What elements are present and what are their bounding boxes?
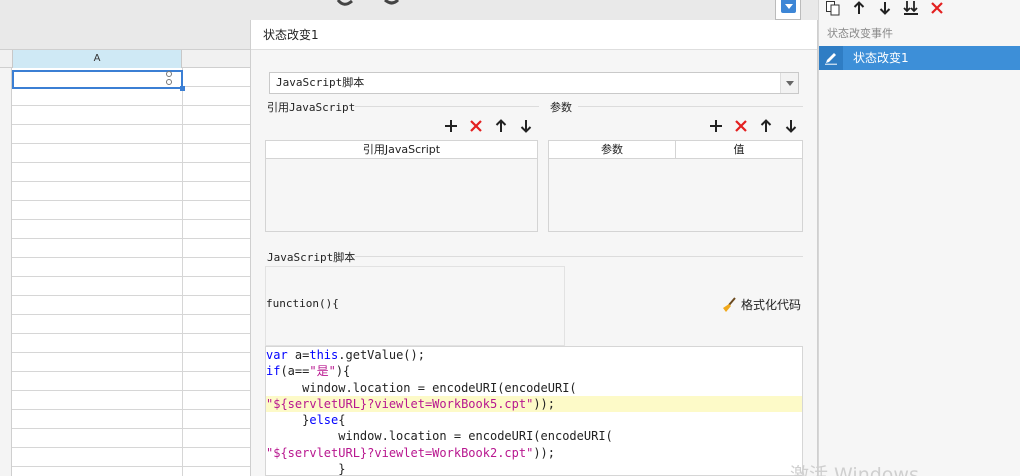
function-header-text: function(){ [266, 297, 339, 310]
windows-activation-watermark: 激活 Windows [790, 464, 919, 476]
code-line[interactable]: var a=this.getValue(); [266, 347, 802, 363]
section-divider [578, 106, 803, 107]
copy-icon [826, 1, 840, 16]
pencil-icon [825, 53, 837, 65]
copy-event-button[interactable] [825, 0, 841, 16]
arrow-down-icon [520, 120, 532, 133]
code-line[interactable]: window.location = encodeURI(encodeURI( [266, 380, 802, 396]
format-code-label: 格式化代码 [741, 298, 802, 312]
script-type-select[interactable]: JavaScript脚本 [269, 72, 799, 94]
code-line[interactable]: "${servletURL}?viewlet=WorkBook2.cpt")); [266, 445, 802, 461]
script-type-value: JavaScript脚本 [276, 76, 365, 89]
delete-x-icon [931, 2, 943, 14]
row-header-column [0, 68, 12, 476]
event-list-panel: 状态改变事件 状态改变1 [818, 0, 1020, 476]
code-token: window.location = encodeURI(encodeURI( [266, 380, 577, 395]
arrow-up-icon [760, 119, 772, 132]
code-token: window.location = encodeURI(encodeURI( [266, 429, 613, 444]
move-to-bottom-icon [903, 1, 918, 15]
code-token: var [266, 348, 295, 362]
code-token: "${servletURL}?viewlet=WorkBook5.cpt" [266, 396, 534, 411]
move-bottom-event-button[interactable] [903, 0, 919, 16]
section-divider [355, 256, 803, 257]
params-toolbar [707, 117, 800, 135]
code-line[interactable]: window.location = encodeURI(encodeURI( [266, 428, 802, 444]
event-item-label: 状态改变1 [853, 51, 909, 65]
edit-icon-box[interactable] [819, 46, 843, 70]
ref-js-section-label: 引用JavaScript [267, 101, 356, 114]
code-token: { [338, 413, 346, 428]
event-list-label: 状态改变事件 [827, 27, 893, 40]
ref-js-toolbar [442, 117, 535, 135]
chevron-down-icon [781, 0, 796, 13]
delete-param-button[interactable] [732, 117, 750, 135]
code-token: )); [533, 445, 555, 460]
cell-widget-indicator-icon [166, 71, 176, 87]
spreadsheet-grid[interactable] [12, 68, 250, 476]
add-param-button[interactable] [707, 117, 725, 135]
event-editor-dialog: 状态改变1 JavaScript脚本 引用JavaScript 引用JavaSc… [250, 20, 818, 476]
params-table[interactable]: 参数 值 [548, 140, 803, 232]
table-header-cell: 值 [733, 143, 745, 156]
code-token: this [309, 348, 339, 362]
ref-js-table[interactable]: 引用JavaScript [265, 140, 538, 232]
dialog-title: 状态改变1 [251, 20, 817, 50]
move-down-ref-button[interactable] [517, 117, 535, 135]
table-header-cell: 引用JavaScript [362, 143, 441, 156]
ref-js-table-header: 引用JavaScript [266, 141, 537, 159]
arrow-down-icon [785, 120, 797, 133]
column-header-row: A [0, 50, 250, 68]
table-header-cell: 参数 [549, 141, 676, 158]
plus-icon [710, 120, 722, 132]
code-token: } [266, 462, 346, 476]
format-code-button[interactable]: 格式化代码 [721, 296, 801, 313]
arrow-up-icon [495, 119, 507, 132]
column-header-a[interactable]: A [12, 50, 182, 68]
params-section-label: 参数 [550, 101, 572, 114]
code-token: ){ [335, 364, 351, 379]
code-line[interactable]: }else{ [266, 412, 802, 428]
plus-icon [445, 120, 457, 132]
move-up-ref-button[interactable] [492, 117, 510, 135]
code-token: if [266, 364, 281, 379]
event-list-toolbar [825, 0, 945, 16]
sheet-dropdown-button[interactable] [775, 0, 801, 20]
arrow-up-icon [853, 1, 865, 14]
arrow-down-icon [879, 2, 891, 15]
move-down-event-button[interactable] [877, 0, 893, 16]
code-token: else [309, 413, 339, 428]
fill-handle[interactable] [180, 86, 185, 91]
move-up-param-button[interactable] [757, 117, 775, 135]
delete-x-icon [470, 120, 482, 132]
code-line[interactable]: if(a=="是"){ [266, 363, 802, 379]
params-table-header: 参数 值 [549, 141, 802, 159]
event-list-item[interactable]: 状态改变1 [819, 46, 1020, 70]
code-editor[interactable]: var a=this.getValue(); if(a=="是"){ window… [265, 346, 803, 476]
code-token: } [266, 413, 310, 428]
code-token: "${servletURL}?viewlet=WorkBook2.cpt" [266, 445, 534, 460]
delete-x-icon [735, 120, 747, 132]
code-line[interactable]: "${servletURL}?viewlet=WorkBook5.cpt")); [266, 395, 802, 413]
code-token: (a== [280, 364, 310, 379]
move-up-event-button[interactable] [851, 0, 867, 16]
function-header-box: function(){ [265, 266, 565, 346]
delete-ref-button[interactable] [467, 117, 485, 135]
code-token: .getValue(); [338, 348, 425, 362]
broom-icon [723, 296, 736, 312]
move-down-param-button[interactable] [782, 117, 800, 135]
script-section-label: JavaScript脚本 [267, 251, 356, 264]
selected-cell-a1[interactable] [12, 70, 185, 91]
add-ref-button[interactable] [442, 117, 460, 135]
section-divider [355, 106, 539, 107]
code-token: "是" [309, 364, 336, 379]
code-token: a= [294, 348, 310, 362]
code-line[interactable]: } [266, 461, 802, 476]
delete-event-button[interactable] [929, 0, 945, 16]
chevron-down-icon [780, 73, 798, 93]
code-token: )); [533, 396, 555, 411]
brush-stroke-icon [336, 0, 400, 6]
